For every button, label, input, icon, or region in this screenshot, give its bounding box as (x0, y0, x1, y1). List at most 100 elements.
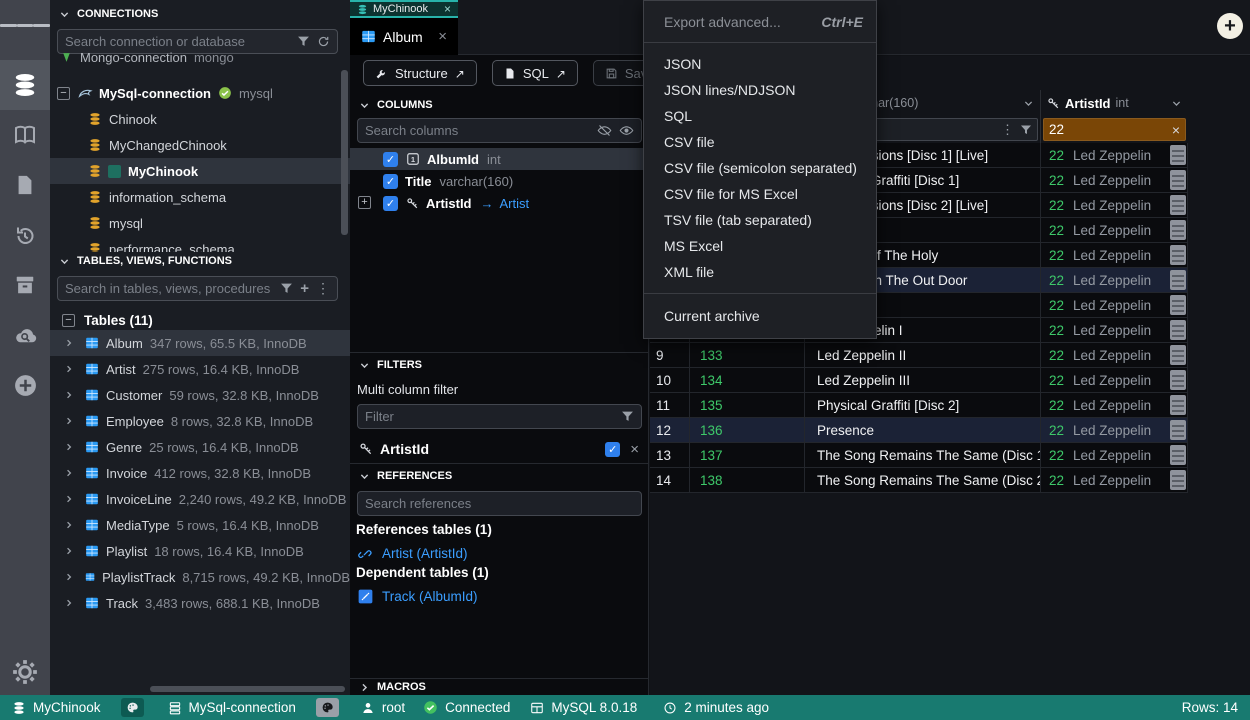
dependent-link-track[interactable]: Track (AlbumId) (350, 586, 648, 607)
albumid-cell[interactable]: 138 (690, 468, 805, 492)
collapse-icon[interactable]: − (57, 87, 70, 100)
table-item-artist[interactable]: Artist275 rows, 16.4 KB, InnoDB (50, 356, 350, 382)
albumid-cell[interactable]: 135 (690, 393, 805, 417)
column-item-albumid[interactable]: 1 AlbumId int (350, 148, 648, 170)
close-icon[interactable]: × (444, 2, 451, 16)
table-item-employee[interactable]: Employee8 rows, 32.8 KB, InnoDB (50, 408, 350, 434)
albumid-cell[interactable]: 133 (690, 343, 805, 367)
table-row[interactable]: 9133Led Zeppelin II22Led Zeppelin (650, 343, 1188, 368)
expand-icon[interactable]: + (358, 196, 371, 209)
title-cell[interactable]: Presence (805, 418, 1041, 442)
artistid-cell[interactable]: 22Led Zeppelin (1041, 143, 1188, 167)
history-icon[interactable] (0, 210, 50, 260)
multi-column-filter-input[interactable]: Filter (357, 404, 642, 429)
artistid-cell[interactable]: 22Led Zeppelin (1041, 468, 1188, 492)
menu-item-csv-semicolon[interactable]: CSV file (semicolon separated) (644, 155, 876, 181)
archive-icon[interactable] (0, 260, 50, 310)
artistid-cell[interactable]: 22Led Zeppelin (1041, 168, 1188, 192)
filters-header[interactable]: FILTERS (350, 356, 648, 374)
menu-item-sql[interactable]: SQL (644, 103, 876, 129)
hide-columns-icon[interactable] (597, 123, 612, 138)
title-cell[interactable]: Physical Graffiti [Disc 2] (805, 393, 1041, 417)
new-tab-button[interactable]: + (1217, 13, 1243, 39)
open-detail-icon[interactable] (1170, 345, 1186, 365)
table-item-playlist[interactable]: Playlist18 rows, 16.4 KB, InnoDB (50, 538, 350, 564)
artistid-cell[interactable]: 22Led Zeppelin (1041, 343, 1188, 367)
artistid-cell[interactable]: 22Led Zeppelin (1041, 318, 1188, 342)
column-item-artistid[interactable]: + ArtistId Artist (350, 192, 648, 214)
menu-item-current-archive[interactable]: Current archive (644, 303, 876, 329)
reference-link-artist[interactable]: Artist (ArtistId) (350, 543, 648, 564)
table-item-album[interactable]: Album347 rows, 65.5 KB, InnoDB (50, 330, 350, 356)
database-item-mysql[interactable]: mysql (50, 210, 350, 236)
macros-header[interactable]: MACROS (350, 678, 648, 695)
table-item-track[interactable]: Track3,483 rows, 688.1 KB, InnoDB (50, 590, 350, 616)
database-item-mychinook[interactable]: MyChinook (50, 158, 350, 184)
menu-item-ms-excel[interactable]: MS Excel (644, 233, 876, 259)
database-item-mychangedchinook[interactable]: MyChangedChinook (50, 132, 350, 158)
add-table-icon[interactable]: + (300, 280, 309, 297)
table-item-mediatype[interactable]: MediaType5 rows, 16.4 KB, InnoDB (50, 512, 350, 538)
open-detail-icon[interactable] (1170, 170, 1186, 190)
references-search-input[interactable]: Search references (357, 491, 642, 516)
checkbox-checked-icon[interactable] (605, 442, 620, 457)
database-item-information-schema[interactable]: information_schema (50, 184, 350, 210)
connection-item-mysql[interactable]: − MySql-connection mysql (50, 80, 350, 106)
reference-book-icon[interactable] (0, 110, 50, 160)
open-detail-icon[interactable] (1170, 395, 1186, 415)
refresh-icon[interactable] (317, 35, 330, 48)
table-item-customer[interactable]: Customer59 rows, 32.8 KB, InnoDB (50, 382, 350, 408)
artistid-filter[interactable]: × (1041, 116, 1188, 143)
artistid-cell[interactable]: 22Led Zeppelin (1041, 418, 1188, 442)
cloud-search-icon[interactable] (0, 310, 50, 360)
files-icon[interactable] (0, 160, 50, 210)
export-advanced-item[interactable]: Export advanced... Ctrl+E (644, 1, 876, 43)
tables-search-input[interactable]: Search in tables, views, procedures + ⋮ (57, 276, 338, 301)
artistid-filter-input[interactable] (1049, 122, 1168, 137)
table-item-invoice[interactable]: Invoice412 rows, 32.8 KB, InnoDB (50, 460, 350, 486)
chevron-down-icon[interactable] (1023, 98, 1034, 109)
filter-icon[interactable] (297, 35, 310, 48)
table-item-playlisttrack[interactable]: PlaylistTrack8,715 rows, 49.2 KB, InnoDB (50, 564, 350, 590)
status-connection[interactable]: MySql-connection (168, 700, 296, 715)
open-detail-icon[interactable] (1170, 420, 1186, 440)
remove-filter-icon[interactable]: × (630, 441, 639, 458)
title-cell[interactable]: The Song Remains The Same (Disc 1) (805, 443, 1041, 467)
menu-item-csv[interactable]: CSV file (644, 129, 876, 155)
add-connection-icon[interactable] (0, 360, 50, 410)
menu-item-csv-excel[interactable]: CSV file for MS Excel (644, 181, 876, 207)
menu-item-tsv[interactable]: TSV file (tab separated) (644, 207, 876, 233)
filter-icon[interactable] (280, 282, 293, 295)
menu-item-json[interactable]: JSON (644, 51, 876, 77)
checkbox-checked-icon[interactable] (383, 152, 398, 167)
status-database[interactable]: MyChinook (12, 700, 101, 715)
filter-icon[interactable] (1020, 124, 1032, 136)
structure-button[interactable]: Structure (363, 60, 477, 86)
artistid-cell[interactable]: 22Led Zeppelin (1041, 268, 1188, 292)
settings-gear-icon[interactable] (0, 657, 50, 687)
columns-header[interactable]: COLUMNS (350, 96, 648, 114)
table-row[interactable]: 11135Physical Graffiti [Disc 2]22Led Zep… (650, 393, 1188, 418)
open-detail-icon[interactable] (1170, 295, 1186, 315)
database-item-chinook[interactable]: Chinook (50, 106, 350, 132)
title-cell[interactable]: Led Zeppelin III (805, 368, 1041, 392)
table-row[interactable]: 14138The Song Remains The Same (Disc 2)2… (650, 468, 1188, 493)
clear-filter-icon[interactable]: × (1172, 122, 1180, 138)
connections-header[interactable]: CONNECTIONS (50, 5, 350, 23)
artistid-cell[interactable]: 22Led Zeppelin (1041, 443, 1188, 467)
open-detail-icon[interactable] (1170, 470, 1186, 490)
open-detail-icon[interactable] (1170, 320, 1186, 340)
open-detail-icon[interactable] (1170, 145, 1186, 165)
title-cell[interactable]: The Song Remains The Same (Disc 2) (805, 468, 1041, 492)
column-item-title[interactable]: Title varchar(160) (350, 170, 648, 192)
database-color-icon[interactable] (121, 698, 144, 717)
tables-hscrollbar[interactable] (150, 686, 345, 692)
artistid-column-header[interactable]: ArtistId int (1041, 90, 1188, 116)
table-row-selected[interactable]: 12136Presence22Led Zeppelin (650, 418, 1188, 443)
databases-icon[interactable] (0, 60, 50, 110)
artistid-cell[interactable]: 22Led Zeppelin (1041, 193, 1188, 217)
tab-album[interactable]: Album × (350, 18, 458, 55)
kebab-menu-icon[interactable] (1001, 122, 1014, 138)
database-item-performance-schema[interactable]: performance_schema (50, 236, 350, 252)
connection-item-mongo[interactable]: Mongo-connection mongo (50, 52, 350, 70)
